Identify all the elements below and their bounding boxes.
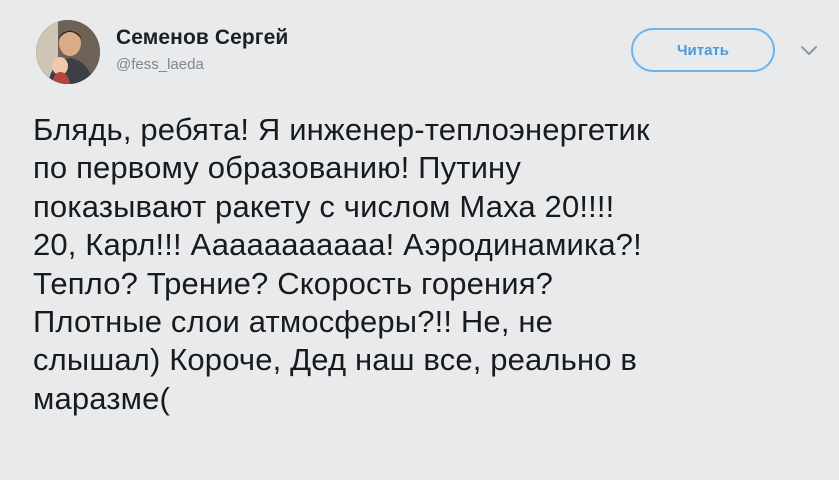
avatar[interactable] xyxy=(36,20,100,84)
tweet-line: Блядь, ребята! Я инженер-теплоэнергетик xyxy=(33,112,650,147)
tweet-line: Тепло? Трение? Скорость горения? xyxy=(33,265,554,301)
tweet-line: слышал) Короче, Дед наш все, реально в xyxy=(33,342,638,378)
tweet-text: Блядь, ребята! Я инженер-теплоэнергетик … xyxy=(33,111,823,418)
author-handle[interactable]: @fess_laeda xyxy=(116,56,288,74)
tweet-line: маразме( xyxy=(33,380,170,416)
tweet-line: по первому образованию! Путину xyxy=(33,150,521,186)
follow-button[interactable]: Читать xyxy=(631,28,775,72)
tweet-line: 20, Карл!!! Ааааааааааа! Аэродинамика?! xyxy=(33,227,642,263)
author-block: Семенов Сергей @fess_laeda xyxy=(116,26,288,74)
tweet-card: Семенов Сергей @fess_laeda Читать Блядь,… xyxy=(0,0,839,480)
avatar-photo xyxy=(36,20,100,84)
tweet-line: показывают ракету с числом Маха 20!!!! xyxy=(33,188,615,224)
author-name[interactable]: Семенов Сергей xyxy=(116,26,288,50)
chevron-down-icon[interactable] xyxy=(798,44,820,58)
tweet-line: Плотные слои атмосферы?!! Не, не xyxy=(33,304,554,340)
